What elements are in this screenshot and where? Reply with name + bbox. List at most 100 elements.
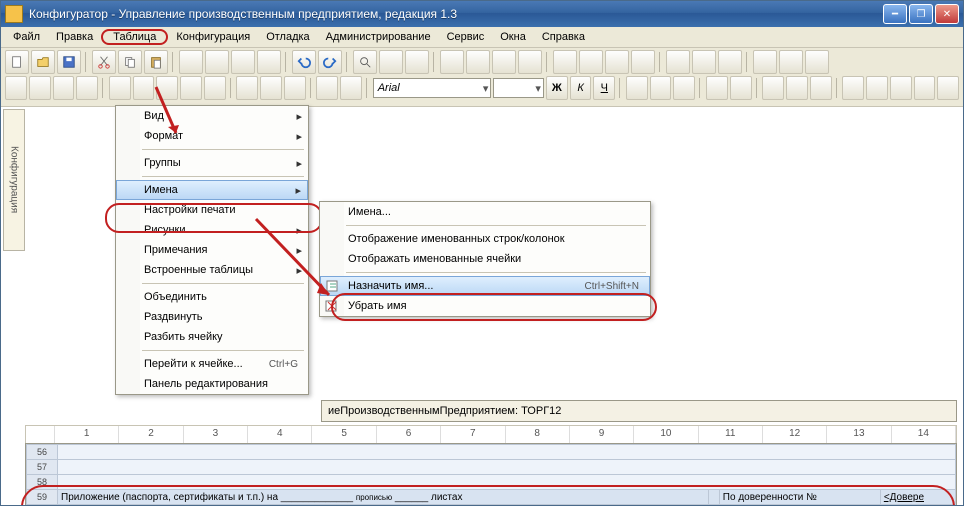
tb-generic-icon[interactable] bbox=[231, 50, 255, 74]
menu-konfiguratsiya[interactable]: Конфигурация bbox=[168, 29, 258, 45]
font-combo[interactable]: Arial bbox=[373, 78, 492, 98]
tb-generic-icon[interactable] bbox=[29, 76, 51, 100]
minimize-button[interactable]: ━ bbox=[883, 4, 907, 24]
menu-nastroyki-pechati[interactable]: Настройки печати bbox=[116, 200, 308, 220]
menu-vstroennye-tablitsy[interactable]: Встроенные таблицы bbox=[116, 260, 308, 280]
tb-align-center-icon[interactable] bbox=[650, 76, 672, 100]
tb-italic-icon[interactable]: К bbox=[570, 76, 592, 100]
tb-color-icon[interactable] bbox=[706, 76, 728, 100]
menu-obedinit[interactable]: Объединить bbox=[116, 287, 308, 307]
tb-generic-icon[interactable] bbox=[53, 76, 75, 100]
tb-copy-icon[interactable] bbox=[118, 50, 142, 74]
tb-generic-icon[interactable] bbox=[76, 76, 98, 100]
menu-panel-redaktirovaniya[interactable]: Панель редактирования bbox=[116, 374, 308, 394]
submenu-otobrazhenie[interactable]: Отображение именованных строк/колонок bbox=[320, 229, 650, 249]
client-area: Конфигурация Вид Формат Группы Имена Нас… bbox=[1, 107, 963, 506]
tb-generic-icon[interactable] bbox=[666, 50, 690, 74]
tb-generic-icon[interactable] bbox=[156, 76, 178, 100]
tb-generic-icon[interactable] bbox=[518, 50, 542, 74]
tb-generic-icon[interactable] bbox=[692, 50, 716, 74]
tb-generic-icon[interactable] bbox=[440, 50, 464, 74]
vertical-tab[interactable]: Конфигурация bbox=[3, 109, 25, 251]
tb-generic-icon[interactable] bbox=[405, 50, 429, 74]
menu-administrirovanie[interactable]: Администрирование bbox=[318, 29, 439, 45]
tb-generic-icon[interactable] bbox=[890, 76, 912, 100]
tb-find-icon[interactable] bbox=[353, 50, 377, 74]
tb-align-left-icon[interactable] bbox=[626, 76, 648, 100]
menu-file[interactable]: Файл bbox=[5, 29, 48, 45]
tb-cut-icon[interactable] bbox=[92, 50, 116, 74]
tb-generic-icon[interactable] bbox=[492, 50, 516, 74]
tb-generic-icon[interactable] bbox=[914, 76, 936, 100]
tb-generic-icon[interactable] bbox=[753, 50, 777, 74]
ruler-col: 8 bbox=[506, 426, 570, 444]
tb-generic-icon[interactable] bbox=[204, 76, 226, 100]
close-button[interactable]: ✕ bbox=[935, 4, 959, 24]
tb-generic-icon[interactable] bbox=[805, 50, 829, 74]
menu-tablitsa[interactable]: Таблица bbox=[101, 29, 168, 45]
tb-generic-icon[interactable] bbox=[553, 50, 577, 74]
menu-otladka[interactable]: Отладка bbox=[258, 29, 317, 45]
tb-undo-icon[interactable] bbox=[292, 50, 316, 74]
document-tab[interactable]: иеПроизводственнымПредприятием: ТОРГ12 bbox=[321, 400, 957, 422]
menu-primechaniya[interactable]: Примечания bbox=[116, 240, 308, 260]
tb-generic-icon[interactable] bbox=[466, 50, 490, 74]
menu-risunki[interactable]: Рисунки bbox=[116, 220, 308, 240]
tb-generic-icon[interactable] bbox=[579, 50, 603, 74]
ruler-col: 5 bbox=[312, 426, 376, 444]
tb-generic-icon[interactable] bbox=[340, 76, 362, 100]
tb-generic-icon[interactable] bbox=[180, 76, 202, 100]
tb-generic-icon[interactable] bbox=[937, 76, 959, 100]
menu-gruppy[interactable]: Группы bbox=[116, 153, 308, 173]
tb-border-icon[interactable] bbox=[810, 76, 832, 100]
tb-generic-icon[interactable] bbox=[133, 76, 155, 100]
tb-generic-icon[interactable] bbox=[260, 76, 282, 100]
submenu-naznachit-imya[interactable]: Назначить имя...Ctrl+Shift+N bbox=[320, 276, 650, 296]
menu-imena[interactable]: Имена bbox=[116, 180, 308, 200]
tb-generic-icon[interactable] bbox=[718, 50, 742, 74]
tb-generic-icon[interactable] bbox=[257, 50, 281, 74]
tb-paste-icon[interactable] bbox=[144, 50, 168, 74]
fontsize-combo[interactable] bbox=[493, 78, 544, 98]
tb-generic-icon[interactable] bbox=[779, 50, 803, 74]
tb-generic-icon[interactable] bbox=[842, 76, 864, 100]
tb-generic-icon[interactable] bbox=[205, 50, 229, 74]
column-ruler: 1 2 3 4 5 6 7 8 9 10 11 12 13 14 bbox=[25, 425, 957, 445]
tb-generic-icon[interactable] bbox=[316, 76, 338, 100]
menu-vid[interactable]: Вид bbox=[116, 106, 308, 126]
menu-razbit-yacheyku[interactable]: Разбить ячейку bbox=[116, 327, 308, 347]
tb-border-icon[interactable] bbox=[762, 76, 784, 100]
tb-align-right-icon[interactable] bbox=[673, 76, 695, 100]
tb-border-icon[interactable] bbox=[786, 76, 808, 100]
menu-okna[interactable]: Окна bbox=[492, 29, 534, 45]
tb-bold-icon[interactable]: Ж bbox=[546, 76, 568, 100]
menu-razdvinut[interactable]: Раздвинуть bbox=[116, 307, 308, 327]
tb-generic-icon[interactable] bbox=[284, 76, 306, 100]
menu-format[interactable]: Формат bbox=[116, 126, 308, 146]
submenu-otobrazhat[interactable]: Отображать именованные ячейки bbox=[320, 249, 650, 269]
tb-fill-icon[interactable] bbox=[730, 76, 752, 100]
tb-generic-icon[interactable] bbox=[236, 76, 258, 100]
menu-pereyti-k-yacheyke[interactable]: Перейти к ячейке...Ctrl+G bbox=[116, 354, 308, 374]
tb-generic-icon[interactable] bbox=[631, 50, 655, 74]
tb-generic-icon[interactable] bbox=[379, 50, 403, 74]
menu-servis[interactable]: Сервис bbox=[439, 29, 493, 45]
tb-save-icon[interactable] bbox=[57, 50, 81, 74]
tb-generic-icon[interactable] bbox=[866, 76, 888, 100]
tb-new-icon[interactable] bbox=[5, 50, 29, 74]
tb-generic-icon[interactable] bbox=[5, 76, 27, 100]
submenu-ubrat-imya[interactable]: Убрать имя bbox=[320, 296, 650, 316]
spreadsheet-grid[interactable]: 56 57 58 59 Приложение (паспорта, сертиф… bbox=[25, 443, 957, 506]
maximize-button[interactable]: ❐ bbox=[909, 4, 933, 24]
tb-generic-icon[interactable] bbox=[179, 50, 203, 74]
ruler-col: 1 bbox=[55, 426, 119, 444]
submenu-imena[interactable]: Имена... bbox=[320, 202, 650, 222]
tb-open-icon[interactable] bbox=[31, 50, 55, 74]
menu-spravka[interactable]: Справка bbox=[534, 29, 593, 45]
tb-generic-icon[interactable] bbox=[605, 50, 629, 74]
ruler-col: 12 bbox=[763, 426, 827, 444]
tb-underline-icon[interactable]: Ч bbox=[593, 76, 615, 100]
tb-redo-icon[interactable] bbox=[318, 50, 342, 74]
tb-generic-icon[interactable] bbox=[109, 76, 131, 100]
menu-pravka[interactable]: Правка bbox=[48, 29, 101, 45]
